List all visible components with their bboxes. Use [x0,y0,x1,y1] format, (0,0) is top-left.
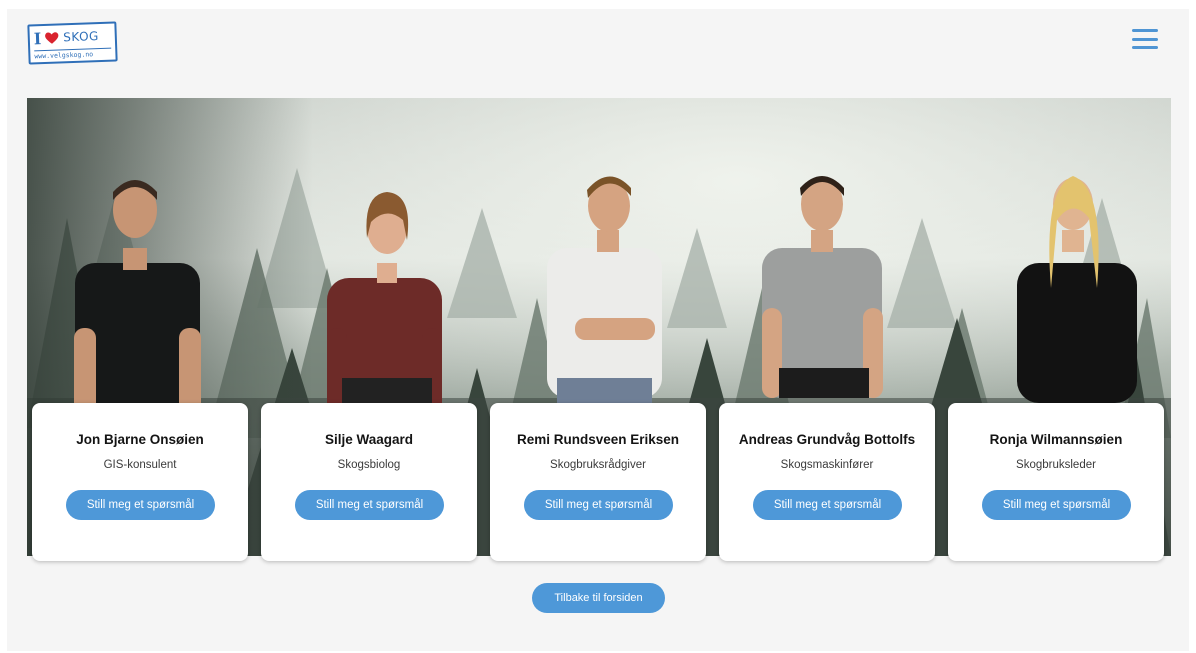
logo-letter: I [33,28,42,48]
logo-url: www.velgskog.no [34,47,112,61]
ask-question-button[interactable]: Still meg et spørsmål [295,490,444,520]
card-name: Jon Bjarne Onsøien [76,432,204,447]
page: I SKOG www.velgskog.no Jon Bjarne Onsøie… [7,9,1189,651]
logo-word: SKOG [63,29,100,45]
card-role: Skogsmaskinfører [780,459,874,471]
back-to-home-button[interactable]: Tilbake til forsiden [532,583,665,613]
logo-mark: I SKOG [33,26,99,48]
card-role: Skogsbiolog [337,459,401,471]
hamburger-menu-icon[interactable] [1131,27,1159,51]
team-card: Andreas Grundvåg Bottolfs Skogsmaskinfør… [719,403,935,561]
team-card: Silje Waagard Skogsbiolog Still meg et s… [261,403,477,561]
team-card: Jon Bjarne Onsøien GIS-konsulent Still m… [32,403,248,561]
ask-question-button[interactable]: Still meg et spørsmål [753,490,902,520]
card-name: Andreas Grundvåg Bottolfs [738,432,916,447]
ask-question-button[interactable]: Still meg et spørsmål [66,490,215,520]
ask-question-button[interactable]: Still meg et spørsmål [524,490,673,520]
card-role: Skogbruksleder [1016,459,1096,471]
card-name: Silje Waagard [324,432,414,447]
heart-icon [45,32,59,44]
ask-question-button[interactable]: Still meg et spørsmål [982,490,1131,520]
team-card: Ronja Wilmannsøien Skogbruksleder Still … [948,403,1164,561]
logo[interactable]: I SKOG www.velgskog.no [27,21,118,65]
card-role: Skogbruksrådgiver [550,459,646,471]
card-name: Remi Rundsveen Eriksen [516,432,680,447]
card-role: GIS-konsulent [103,459,177,471]
card-name: Ronja Wilmannsøien [989,432,1123,447]
team-card: Remi Rundsveen Eriksen Skogbruksrådgiver… [490,403,706,561]
